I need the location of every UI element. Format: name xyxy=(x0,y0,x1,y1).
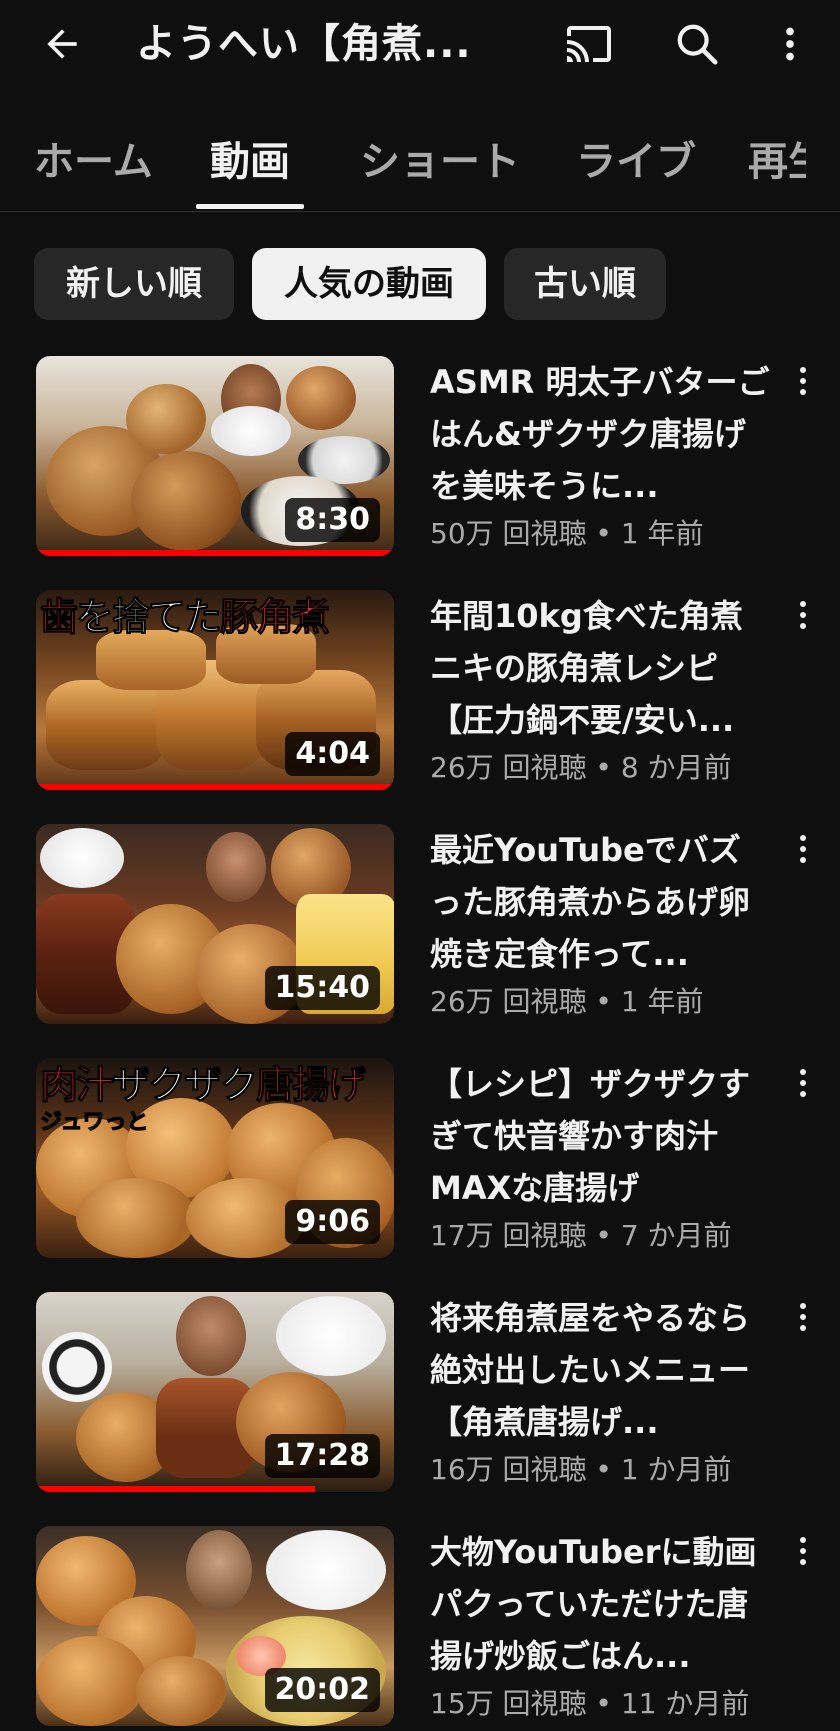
video-thumbnail[interactable]: 17:28 xyxy=(36,1292,394,1492)
channel-title: ようへい【角煮... xyxy=(136,21,472,67)
more-vertical-icon xyxy=(800,1069,806,1097)
channel-videos-screen: ようへい【角煮... ホーム 動画 ショート ライブ 再生 xyxy=(0,0,840,1731)
more-vertical-icon xyxy=(800,367,806,395)
more-vertical-icon xyxy=(800,1537,806,1565)
arrow-left-icon xyxy=(47,29,77,59)
tab-home[interactable]: ホーム xyxy=(34,134,154,190)
more-options-button[interactable] xyxy=(760,14,820,74)
video-thumbnail[interactable]: 20:02 xyxy=(36,1526,394,1726)
top-app-bar: ようへい【角煮... xyxy=(0,0,840,90)
back-button[interactable] xyxy=(30,14,94,74)
video-title[interactable]: 年間10kg食べた角煮ニキの豚角煮レシピ【圧力鍋不要/安い... xyxy=(430,590,770,746)
more-vertical-icon xyxy=(800,835,806,863)
video-action-menu-button[interactable] xyxy=(788,826,818,874)
video-item[interactable]: 20:02 大物YouTuberに動画パクっていただけた唐揚げ炒飯ごはん... … xyxy=(0,1526,840,1726)
search-button[interactable] xyxy=(664,14,730,74)
video-item[interactable]: 8:30 ASMR 明太子バターごはん&ザクザク唐揚げを美味そうに... 50万… xyxy=(0,356,840,556)
video-duration: 20:02 xyxy=(264,1668,380,1712)
video-metadata: 17万 回視聴 • 7 か月前 xyxy=(430,1219,732,1252)
video-item[interactable]: 17:28 将来角煮屋をやるなら絶対出したいメニュー【角煮唐揚げ... 16万 … xyxy=(0,1292,840,1492)
video-action-menu-button[interactable] xyxy=(788,592,818,640)
video-thumbnail[interactable]: 8:30 xyxy=(36,356,394,556)
sort-chips: 新しい順 人気の動画 古い順 xyxy=(0,248,840,322)
video-duration: 8:30 xyxy=(285,498,380,542)
cast-button[interactable] xyxy=(556,14,622,74)
tab-shorts[interactable]: ショート xyxy=(360,134,520,190)
video-metadata: 50万 回視聴 • 1 年前 xyxy=(430,517,704,550)
video-duration: 4:04 xyxy=(285,732,380,776)
video-item[interactable]: 15:40 最近YouTubeでバズった豚角煮からあげ卵焼き定食作って... 2… xyxy=(0,824,840,1024)
video-thumbnail[interactable]: 15:40 xyxy=(36,824,394,1024)
video-action-menu-button[interactable] xyxy=(788,1060,818,1108)
video-title[interactable]: 【レシピ】ザクザクすぎて快音響かす肉汁MAXな唐揚げ xyxy=(430,1058,770,1214)
more-vertical-icon xyxy=(786,27,794,61)
video-action-menu-button[interactable] xyxy=(788,358,818,406)
active-tab-indicator xyxy=(196,204,304,209)
cast-icon xyxy=(567,26,611,62)
video-duration: 17:28 xyxy=(264,1434,380,1478)
tab-live[interactable]: ライブ xyxy=(576,134,696,190)
video-metadata: 15万 回視聴 • 11 か月前 xyxy=(430,1687,750,1720)
chip-popular[interactable]: 人気の動画 xyxy=(252,248,486,320)
tab-videos[interactable]: 動画 xyxy=(210,134,290,190)
video-duration: 9:06 xyxy=(285,1200,380,1244)
watch-progress-bar xyxy=(36,784,394,790)
video-duration: 15:40 xyxy=(264,966,380,1010)
watch-progress-bar xyxy=(36,1486,316,1492)
chip-newest[interactable]: 新しい順 xyxy=(34,248,234,320)
chip-oldest[interactable]: 古い順 xyxy=(504,248,666,320)
video-title[interactable]: 将来角煮屋をやるなら絶対出したいメニュー【角煮唐揚げ... xyxy=(430,1292,770,1448)
channel-tabs: ホーム 動画 ショート ライブ 再生 xyxy=(0,122,840,212)
video-item[interactable]: 肉汁ザクザク唐揚げ ジュワっと 9:06 【レシピ】ザクザクすぎて快音響かす肉汁… xyxy=(0,1058,840,1258)
video-thumbnail[interactable]: 肉汁ザクザク唐揚げ ジュワっと 9:06 xyxy=(36,1058,394,1258)
video-thumbnail[interactable]: 歯を捨てた豚角煮 4:04 xyxy=(36,590,394,790)
search-icon xyxy=(677,24,718,65)
video-metadata: 26万 回視聴 • 1 年前 xyxy=(430,985,704,1018)
video-action-menu-button[interactable] xyxy=(788,1294,818,1342)
thumbnail-subcaption: ジュワっと xyxy=(39,1110,149,1136)
tab-playlists[interactable]: 再生 xyxy=(748,134,806,190)
video-metadata: 16万 回視聴 • 1 か月前 xyxy=(430,1453,732,1486)
more-vertical-icon xyxy=(800,601,806,629)
video-title[interactable]: 大物YouTuberに動画パクっていただけた唐揚げ炒飯ごはん... xyxy=(430,1526,770,1682)
watch-progress-bar xyxy=(36,550,394,556)
video-title[interactable]: 最近YouTubeでバズった豚角煮からあげ卵焼き定食作って... xyxy=(430,824,770,980)
more-vertical-icon xyxy=(800,1303,806,1331)
video-title[interactable]: ASMR 明太子バターごはん&ザクザク唐揚げを美味そうに... xyxy=(430,356,770,512)
video-action-menu-button[interactable] xyxy=(788,1528,818,1576)
video-metadata: 26万 回視聴 • 8 か月前 xyxy=(430,751,732,784)
thumbnail-caption: 歯を捨てた豚角煮 xyxy=(40,595,331,640)
thumbnail-caption: 肉汁ザクザク唐揚げ xyxy=(40,1063,367,1108)
video-item[interactable]: 歯を捨てた豚角煮 4:04 年間10kg食べた角煮ニキの豚角煮レシピ【圧力鍋不要… xyxy=(0,590,840,790)
